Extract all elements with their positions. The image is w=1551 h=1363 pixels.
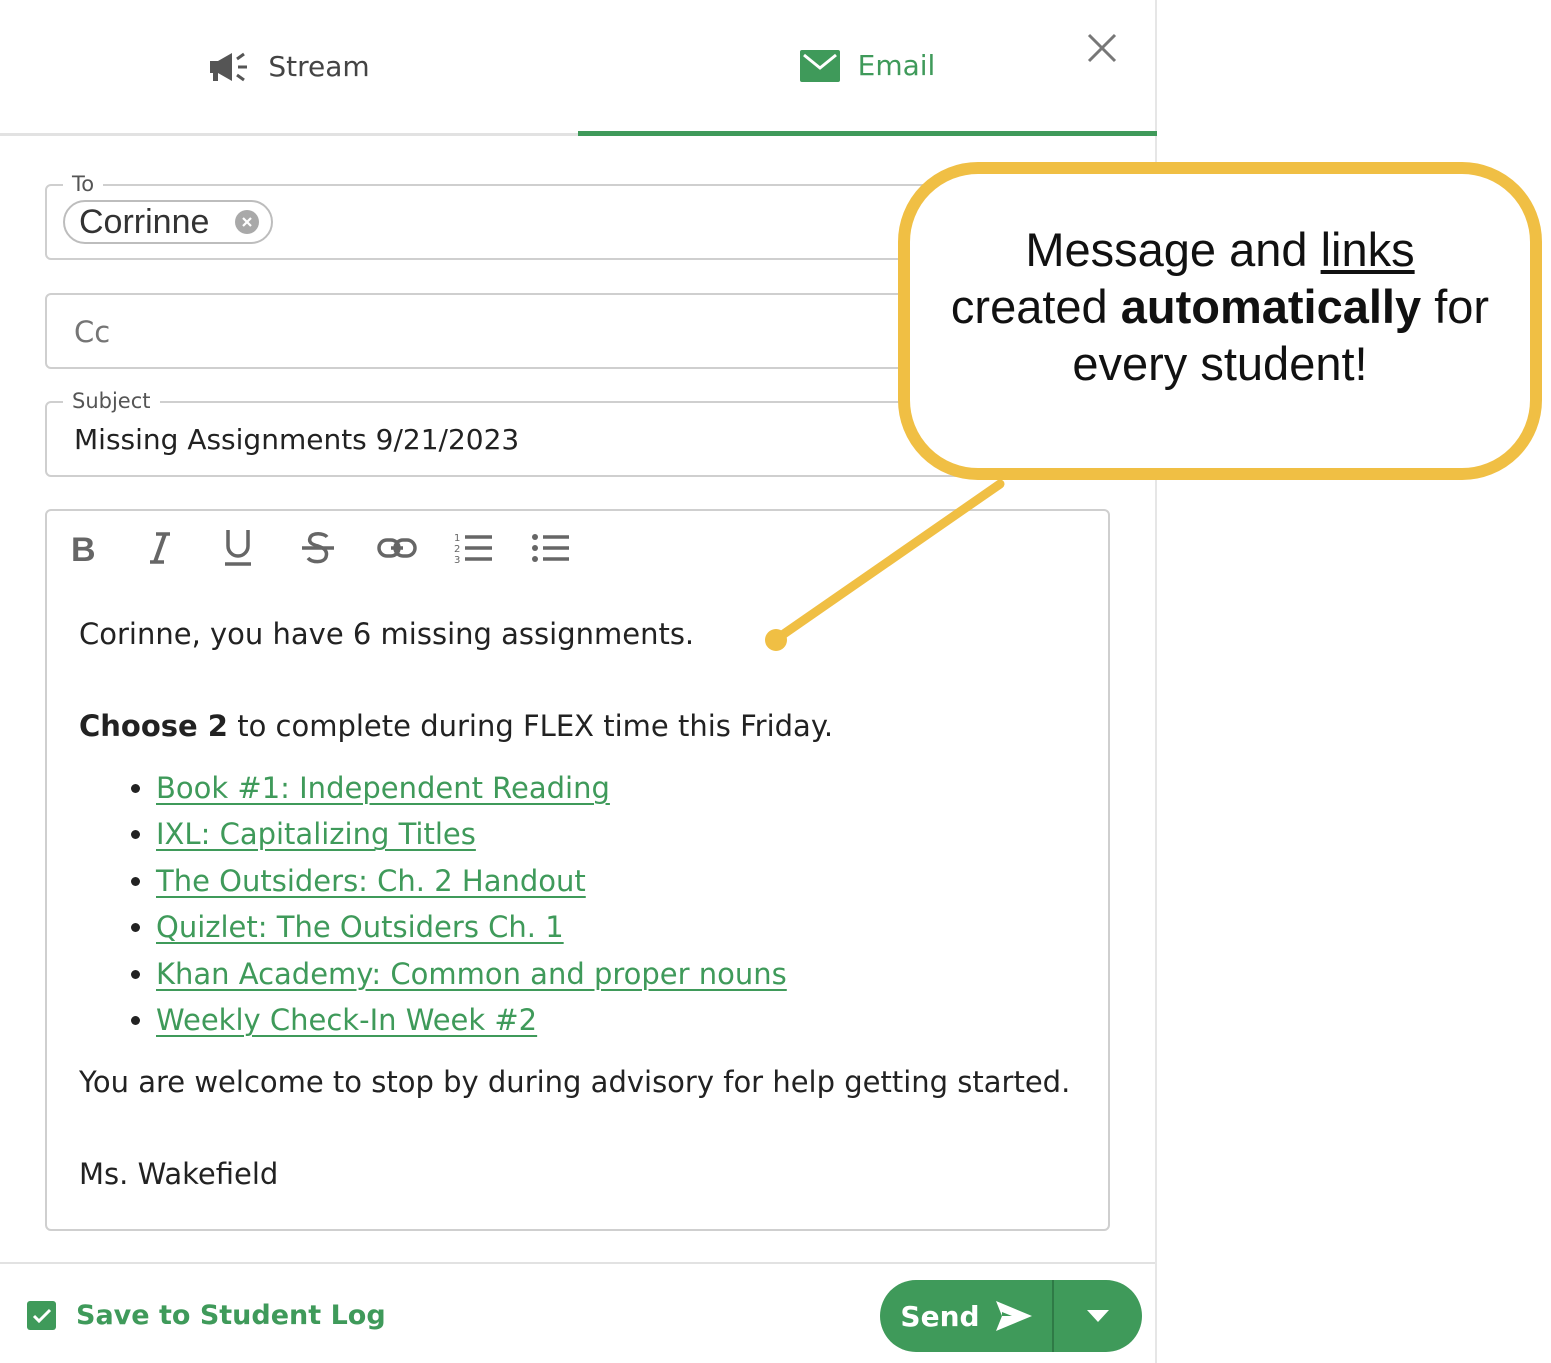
svg-text:1: 1 — [454, 533, 460, 544]
assignment-link[interactable]: Weekly Check-In Week #2 — [156, 1003, 537, 1037]
assignment-link[interactable]: IXL: Capitalizing Titles — [156, 817, 476, 851]
tab-stream-label: Stream — [268, 50, 370, 83]
recipient-chip[interactable]: Corrinne — [63, 200, 274, 244]
footer-bar: Save to Student Log Send — [0, 1262, 1155, 1363]
assignment-link[interactable]: Quizlet: The Outsiders Ch. 1 — [156, 910, 564, 944]
recipient-name: Corrinne — [79, 202, 210, 241]
save-to-log-label: Save to Student Log — [76, 1300, 386, 1331]
callout-links-word: links — [1320, 222, 1415, 276]
link-button[interactable] — [377, 529, 454, 571]
save-to-log-toggle[interactable]: Save to Student Log — [27, 1300, 386, 1331]
format-toolbar: B 1 2 3 — [69, 529, 608, 571]
callout-text: Message and links created automatically … — [951, 221, 1489, 392]
checkbox-checked-icon[interactable] — [27, 1301, 56, 1330]
bold-button[interactable]: B — [69, 529, 146, 571]
callout-part1: Message and — [1025, 222, 1321, 276]
strikethrough-icon — [300, 530, 336, 570]
assignment-list: Book #1: Independent Reading IXL: Capita… — [79, 765, 1099, 1043]
list-item: Khan Academy: Common and proper nouns — [156, 951, 1099, 997]
message-editor[interactable]: B 1 2 3 Corinne, you have 6 missing assi… — [45, 509, 1110, 1231]
subject-input[interactable]: Missing Assignments 9/21/2023 — [74, 423, 519, 456]
message-signature: Ms. Wakefield — [79, 1157, 279, 1192]
caret-down-icon — [1087, 1307, 1109, 1326]
ordered-list-button[interactable]: 123 — [454, 529, 531, 571]
send-options-dropdown[interactable] — [1054, 1280, 1142, 1352]
send-button[interactable]: Send — [880, 1280, 1054, 1352]
message-instruction: Choose 2 to complete during FLEX time th… — [79, 703, 1099, 749]
envelope-icon — [799, 49, 840, 82]
svg-text:2: 2 — [454, 544, 460, 555]
list-item: Book #1: Independent Reading — [156, 765, 1099, 811]
message-greeting: Corinne, you have 6 missing assignments. — [79, 617, 695, 651]
tab-email-label: Email — [857, 49, 936, 82]
message-body[interactable]: Corinne, you have 6 missing assignments.… — [79, 611, 1099, 1197]
assignment-link[interactable]: The Outsiders: Ch. 2 Handout — [156, 864, 586, 898]
send-label: Send — [900, 1299, 980, 1333]
message-closing: You are welcome to stop by during adviso… — [79, 1065, 1071, 1100]
choose-count: Choose 2 — [79, 709, 228, 743]
to-legend: To — [63, 170, 104, 198]
callout-bold-word: automatically — [1120, 279, 1422, 333]
callout-bubble: Message and links created automatically … — [898, 162, 1542, 480]
bullet-list-button[interactable] — [531, 529, 608, 571]
cc-input[interactable] — [74, 315, 874, 349]
list-item: Weekly Check-In Week #2 — [156, 997, 1099, 1043]
instruction-rest: to complete during FLEX time this Friday… — [227, 709, 834, 743]
tab-stream[interactable]: Stream — [0, 0, 578, 133]
subject-legend: Subject — [63, 387, 160, 415]
assignment-link[interactable]: Book #1: Independent Reading — [156, 771, 610, 805]
italic-button[interactable] — [146, 529, 223, 571]
list-item: IXL: Capitalizing Titles — [156, 811, 1099, 857]
callout-part3: for — [1421, 279, 1490, 333]
bullet-list-icon — [531, 531, 571, 569]
callout-part2: created — [950, 279, 1121, 333]
megaphone-icon — [208, 51, 250, 83]
italic-icon — [146, 531, 174, 569]
send-arrow-icon — [995, 1301, 1032, 1331]
assignment-link[interactable]: Khan Academy: Common and proper nouns — [156, 957, 787, 991]
close-button[interactable] — [1082, 30, 1122, 70]
callout-part4: every student! — [1072, 336, 1368, 390]
bold-icon: B — [69, 531, 96, 569]
underline-button[interactable] — [223, 529, 300, 571]
svg-text:3: 3 — [454, 555, 460, 565]
link-icon — [377, 536, 417, 564]
send-button-group: Send — [880, 1280, 1142, 1352]
svg-text:B: B — [71, 531, 95, 565]
list-item: Quizlet: The Outsiders Ch. 1 — [156, 904, 1099, 950]
ordered-list-icon: 123 — [454, 531, 494, 569]
tab-email[interactable]: Email — [578, 0, 1157, 136]
underline-icon — [223, 528, 253, 572]
list-item: The Outsiders: Ch. 2 Handout — [156, 858, 1099, 904]
remove-recipient-icon[interactable] — [235, 210, 260, 234]
tab-bar: Stream Email — [0, 0, 1157, 136]
strikethrough-button[interactable] — [300, 529, 377, 571]
close-icon — [1087, 33, 1117, 67]
